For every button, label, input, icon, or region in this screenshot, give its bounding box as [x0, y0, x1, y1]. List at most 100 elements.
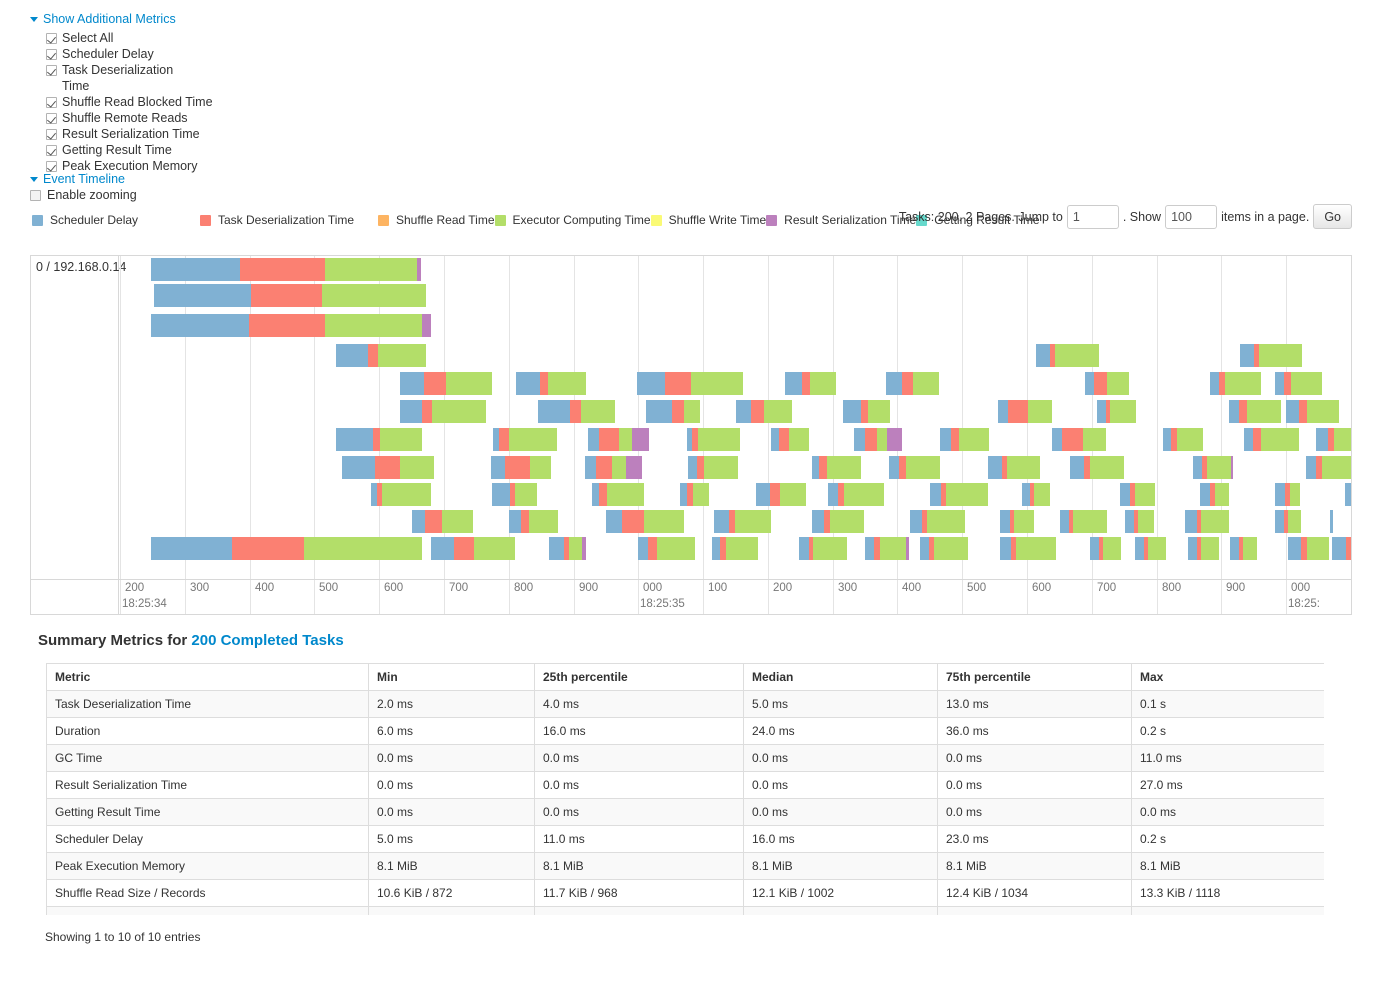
- metric-checkbox-row[interactable]: Select All: [46, 30, 370, 46]
- task-bar[interactable]: [799, 537, 847, 560]
- task-bar[interactable]: [492, 483, 537, 506]
- task-bar[interactable]: [712, 537, 758, 560]
- metric-checkbox-row[interactable]: Result Serialization Time: [46, 126, 370, 142]
- task-bar[interactable]: [1090, 537, 1121, 560]
- metric-checkbox-row[interactable]: Shuffle Remote Reads: [46, 110, 370, 126]
- task-bar[interactable]: [336, 344, 426, 367]
- task-bar[interactable]: [785, 372, 836, 395]
- table-column-header[interactable]: 25th percentile: [535, 664, 744, 691]
- task-bar[interactable]: [988, 456, 1040, 479]
- table-column-header[interactable]: 75th percentile: [938, 664, 1132, 691]
- task-bar[interactable]: [549, 537, 586, 560]
- task-bar[interactable]: [646, 400, 700, 423]
- task-bar[interactable]: [1229, 400, 1281, 423]
- task-bar[interactable]: [1188, 537, 1219, 560]
- metric-checkbox[interactable]: [46, 113, 57, 124]
- task-bar[interactable]: [1060, 510, 1107, 533]
- task-bar[interactable]: [812, 510, 864, 533]
- task-bar[interactable]: [491, 456, 551, 479]
- table-column-header[interactable]: Metric: [47, 664, 369, 691]
- table-column-header[interactable]: Min: [369, 664, 535, 691]
- metric-checkbox[interactable]: [46, 129, 57, 140]
- task-bar[interactable]: [930, 483, 988, 506]
- metric-checkbox[interactable]: [46, 33, 57, 44]
- task-bar[interactable]: [1200, 483, 1229, 506]
- task-bar[interactable]: [606, 510, 684, 533]
- task-bar[interactable]: [592, 483, 644, 506]
- metric-checkbox[interactable]: [46, 161, 57, 172]
- task-bar[interactable]: [1125, 510, 1154, 533]
- task-bar[interactable]: [151, 537, 422, 560]
- task-bar[interactable]: [342, 456, 434, 479]
- task-bar[interactable]: [1185, 510, 1229, 533]
- metric-checkbox-row[interactable]: Task Deserialization: [46, 62, 370, 78]
- table-column-header[interactable]: Median: [744, 664, 938, 691]
- task-bar[interactable]: [400, 372, 492, 395]
- task-bar[interactable]: [1230, 537, 1257, 560]
- task-bar[interactable]: [371, 483, 431, 506]
- task-bar[interactable]: [1052, 428, 1106, 451]
- task-bar[interactable]: [865, 537, 909, 560]
- task-bar[interactable]: [1286, 400, 1339, 423]
- task-bar[interactable]: [412, 510, 473, 533]
- task-bar[interactable]: [400, 400, 486, 423]
- show-additional-metrics-toggle[interactable]: Show Additional Metrics: [30, 12, 370, 27]
- task-bar[interactable]: [1022, 483, 1050, 506]
- jump-to-input[interactable]: [1067, 205, 1119, 229]
- task-bar[interactable]: [1332, 537, 1351, 560]
- task-bar[interactable]: [151, 258, 421, 281]
- task-bar[interactable]: [920, 537, 968, 560]
- task-bar[interactable]: [940, 428, 989, 451]
- task-bar[interactable]: [538, 400, 615, 423]
- metric-checkbox[interactable]: [46, 97, 57, 108]
- task-bar[interactable]: [680, 483, 709, 506]
- task-bar[interactable]: [687, 428, 740, 451]
- task-bar[interactable]: [638, 537, 695, 560]
- metric-checkbox-row[interactable]: Getting Result Time: [46, 142, 370, 158]
- task-bar[interactable]: [588, 428, 649, 451]
- metric-checkbox-row[interactable]: Shuffle Read Blocked Time: [46, 94, 370, 110]
- task-bar[interactable]: [1193, 456, 1233, 479]
- task-bar[interactable]: [151, 314, 431, 337]
- task-bar[interactable]: [1316, 428, 1351, 451]
- event-timeline-chart[interactable]: 0 / 192.168.0.14 20018:25:34300400500600…: [30, 255, 1352, 615]
- task-bar[interactable]: [1244, 428, 1299, 451]
- task-bar[interactable]: [771, 428, 809, 451]
- go-button[interactable]: Go: [1313, 204, 1352, 229]
- task-bar[interactable]: [714, 510, 771, 533]
- task-bar[interactable]: [493, 428, 557, 451]
- task-bar[interactable]: [1097, 400, 1136, 423]
- task-bar[interactable]: [154, 284, 426, 307]
- task-bar[interactable]: [585, 456, 642, 479]
- task-bar[interactable]: [1275, 372, 1322, 395]
- task-bar[interactable]: [828, 483, 884, 506]
- show-items-input[interactable]: [1165, 205, 1217, 229]
- task-bar[interactable]: [1000, 537, 1056, 560]
- task-bar[interactable]: [736, 400, 792, 423]
- task-bar[interactable]: [516, 372, 586, 395]
- task-bar[interactable]: [812, 456, 861, 479]
- task-bar[interactable]: [1036, 344, 1099, 367]
- completed-tasks-link[interactable]: 200 Completed Tasks: [191, 632, 343, 649]
- task-bar[interactable]: [1000, 510, 1034, 533]
- task-bar[interactable]: [854, 428, 902, 451]
- enable-zooming-row[interactable]: Enable zooming: [30, 188, 137, 202]
- metric-checkbox[interactable]: [46, 145, 57, 156]
- task-bar[interactable]: [1275, 483, 1300, 506]
- metric-checkbox[interactable]: [46, 49, 57, 60]
- task-bar[interactable]: [1135, 537, 1166, 560]
- task-bar[interactable]: [886, 372, 939, 395]
- task-bar[interactable]: [1210, 372, 1261, 395]
- task-bar[interactable]: [637, 372, 743, 395]
- task-bar[interactable]: [843, 400, 890, 423]
- event-timeline-toggle[interactable]: Event Timeline: [30, 172, 125, 187]
- task-bar[interactable]: [688, 456, 738, 479]
- metric-checkbox[interactable]: [46, 65, 57, 76]
- task-bar[interactable]: [1306, 456, 1351, 479]
- table-column-header[interactable]: Max: [1132, 664, 1325, 691]
- task-bar[interactable]: [1288, 537, 1329, 560]
- enable-zooming-checkbox[interactable]: [30, 190, 41, 201]
- task-bar[interactable]: [1345, 483, 1351, 506]
- task-bar[interactable]: [1275, 510, 1301, 533]
- task-bar[interactable]: [1085, 372, 1129, 395]
